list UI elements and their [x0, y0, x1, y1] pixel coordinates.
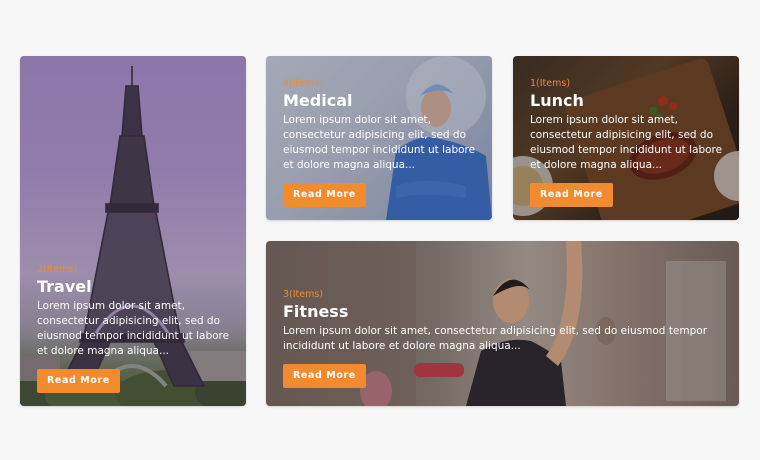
category-card-fitness[interactable]: 3(Items) Fitness Lorem ipsum dolor sit a… — [266, 241, 739, 406]
lunch-item-count: 1(Items) — [530, 78, 571, 89]
fitness-card-content: 3(Items) Fitness Lorem ipsum dolor sit a… — [283, 289, 723, 388]
travel-description: Lorem ipsum dolor sit amet, consectetur … — [37, 300, 230, 357]
medical-read-more-button[interactable]: Read More — [283, 183, 366, 207]
medical-title: Medical — [283, 91, 353, 110]
category-card-lunch[interactable]: 1(Items) Lunch Lorem ipsum dolor sit ame… — [513, 56, 739, 220]
category-grid: 2(Items) Travel Lorem ipsum dolor sit am… — [0, 0, 760, 460]
category-card-travel[interactable]: 2(Items) Travel Lorem ipsum dolor sit am… — [20, 56, 246, 406]
fitness-item-count: 3(Items) — [283, 289, 324, 300]
fitness-read-more-button[interactable]: Read More — [283, 364, 366, 388]
lunch-description: Lorem ipsum dolor sit amet, consectetur … — [530, 114, 723, 171]
medical-item-count: 4(Items) — [283, 78, 324, 89]
medical-card-content: 4(Items) Medical Lorem ipsum dolor sit a… — [283, 78, 480, 207]
lunch-title: Lunch — [530, 91, 584, 110]
lunch-card-content: 1(Items) Lunch Lorem ipsum dolor sit ame… — [530, 78, 727, 207]
travel-read-more-button[interactable]: Read More — [37, 369, 120, 393]
lunch-read-more-button[interactable]: Read More — [530, 183, 613, 207]
travel-card-content: 2(Items) Travel Lorem ipsum dolor sit am… — [37, 264, 234, 393]
medical-description: Lorem ipsum dolor sit amet, consectetur … — [283, 114, 476, 171]
category-card-medical[interactable]: 4(Items) Medical Lorem ipsum dolor sit a… — [266, 56, 492, 220]
fitness-description: Lorem ipsum dolor sit amet, consectetur … — [283, 325, 708, 352]
travel-item-count: 2(Items) — [37, 264, 78, 275]
travel-title: Travel — [37, 277, 92, 296]
fitness-title: Fitness — [283, 302, 349, 321]
